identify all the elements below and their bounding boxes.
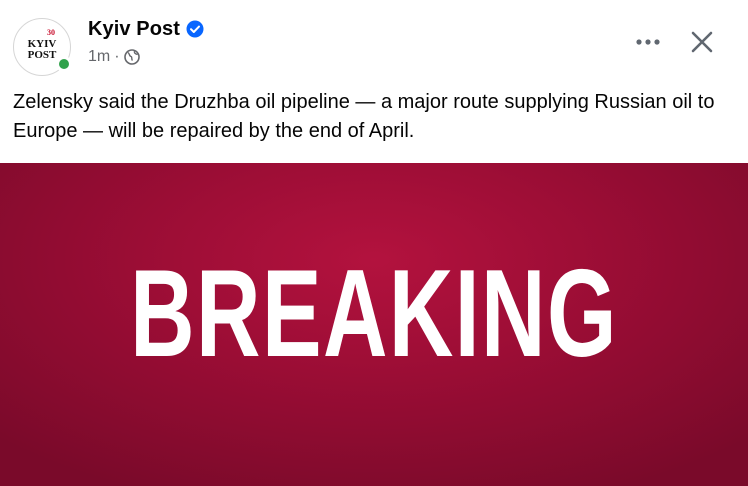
svg-text:30: 30: [47, 28, 55, 37]
post-meta: 1m ·: [88, 48, 140, 66]
page-name-row: Kyiv Post: [88, 16, 204, 42]
online-status-dot: [56, 56, 72, 72]
more-options-button[interactable]: [628, 26, 668, 58]
page-name-link[interactable]: Kyiv Post: [88, 18, 180, 41]
more-dots-icon: [636, 39, 660, 45]
globe-icon[interactable]: [123, 49, 140, 65]
breaking-graphic-text: BREAKING: [130, 245, 618, 383]
meta-separator: ·: [114, 48, 120, 65]
close-icon: [691, 31, 713, 53]
close-button[interactable]: [682, 22, 722, 62]
verified-badge-icon: [186, 20, 204, 38]
post-image[interactable]: BREAKING: [0, 163, 748, 486]
post-text: Zelensky said the Druzhba oil pipeline —…: [13, 91, 715, 142]
post-timestamp[interactable]: 1m: [88, 48, 110, 66]
svg-text:POST: POST: [28, 49, 57, 61]
facebook-post: 30 KYIV POST Kyiv Post 1m · Zelensky sai…: [0, 0, 748, 486]
